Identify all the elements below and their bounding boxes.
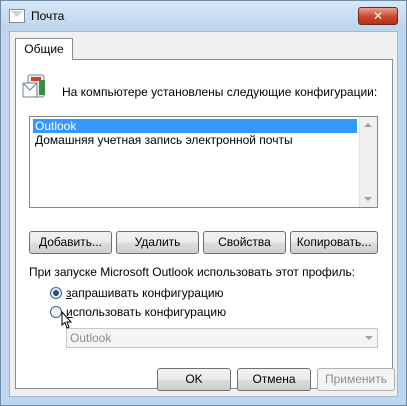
mail-dialog-window: Почта ✕ Общие На компьютере установлены … xyxy=(0,0,407,406)
prompt-profile-radio[interactable] xyxy=(50,287,62,299)
profile-properties-button[interactable]: Свойства xyxy=(203,231,286,254)
scroll-up-icon[interactable] xyxy=(364,123,372,127)
apply-button[interactable]: Применить xyxy=(317,368,395,391)
close-button[interactable]: ✕ xyxy=(358,7,398,25)
add-profile-button[interactable]: Добавить... xyxy=(29,231,112,254)
profile-list[interactable]: Outlook Домашняя учетная запись электрон… xyxy=(29,116,378,208)
tab-general[interactable]: Общие xyxy=(15,38,73,60)
list-item[interactable]: Outlook xyxy=(33,119,357,133)
copy-profile-button[interactable]: Копировать... xyxy=(290,231,378,254)
scroll-down-icon[interactable] xyxy=(364,197,372,201)
startup-profile-label: При запуске Microsoft Outlook использова… xyxy=(29,265,356,279)
window-title: Почта xyxy=(31,9,65,23)
prompt-profile-label[interactable]: запрашивать конфигурацию xyxy=(66,286,224,300)
title-bar[interactable]: Почта ✕ xyxy=(1,1,406,31)
mouse-pointer-icon xyxy=(61,311,72,329)
remove-profile-button[interactable]: Удалить xyxy=(116,231,199,254)
cancel-button[interactable]: Отмена xyxy=(237,368,311,391)
chevron-down-icon xyxy=(365,336,373,340)
profile-select-value: Outlook xyxy=(70,331,112,345)
use-profile-label[interactable]: использовать конфигурацию xyxy=(66,305,226,319)
profiles-heading: На компьютере установлены следующие конф… xyxy=(62,85,378,99)
ok-button[interactable]: OK xyxy=(157,368,231,391)
list-scrollbar[interactable] xyxy=(359,117,377,207)
dialog-client-area: Общие На компьютере установлены следующи… xyxy=(9,31,398,397)
profile-select: Outlook xyxy=(66,328,378,348)
list-item[interactable]: Домашняя учетная запись электронной почт… xyxy=(33,133,357,147)
mail-profile-icon xyxy=(22,74,45,98)
mail-app-icon xyxy=(9,9,25,23)
